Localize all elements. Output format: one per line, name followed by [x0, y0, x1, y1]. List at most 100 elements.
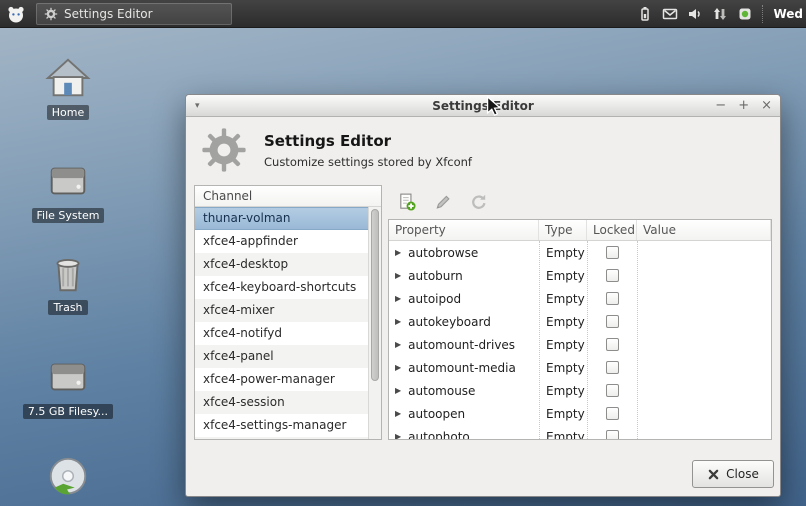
column-gridline — [637, 241, 638, 439]
home-icon — [45, 55, 91, 101]
clock[interactable]: Wed — [772, 7, 803, 21]
channel-item[interactable]: xfce4-notifyd — [195, 322, 368, 345]
trash-icon — [45, 250, 91, 296]
locked-checkbox[interactable] — [605, 338, 619, 351]
desktop-icon-disc[interactable] — [22, 455, 114, 501]
close-x-icon — [707, 468, 720, 481]
network-icon[interactable] — [712, 6, 728, 22]
close-button-label: Close — [726, 467, 759, 481]
property-row[interactable]: ▶ autokeyboard Empty — [389, 310, 771, 333]
close-window-button[interactable]: × — [761, 95, 772, 117]
column-header-property[interactable]: Property — [389, 220, 539, 240]
edit-pencil-icon — [434, 193, 452, 211]
maximize-button[interactable]: + — [738, 95, 749, 117]
volume-icon[interactable] — [687, 6, 703, 22]
channel-scrollbar[interactable] — [368, 207, 381, 439]
property-row[interactable]: ▶ autoburn Empty — [389, 264, 771, 287]
expander-icon[interactable]: ▶ — [395, 432, 401, 439]
desktop-icon-filesystem[interactable]: File System — [22, 158, 114, 223]
reload-icon — [470, 193, 488, 211]
page-subtitle: Customize settings stored by Xfconf — [264, 154, 472, 169]
scrollbar-thumb[interactable] — [371, 209, 379, 381]
new-property-button[interactable] — [394, 189, 420, 215]
channel-item[interactable]: xfce4-session — [195, 391, 368, 414]
property-name: automount-drives — [408, 337, 516, 352]
channel-item[interactable]: xfce4-panel — [195, 345, 368, 368]
volume-drive-icon — [45, 354, 91, 400]
property-name: automouse — [408, 383, 476, 398]
expander-icon[interactable]: ▶ — [395, 294, 401, 303]
page-title: Settings Editor — [264, 131, 392, 150]
locked-checkbox[interactable] — [605, 269, 619, 282]
settings-editor-window: ▾ Settings Editor − + × Settings Editor … — [185, 94, 781, 497]
close-button[interactable]: Close — [692, 460, 774, 488]
expander-icon[interactable]: ▶ — [395, 248, 401, 257]
channel-item[interactable]: xfce4-power-manager — [195, 368, 368, 391]
add-property-icon — [398, 193, 416, 211]
app-header: Settings Editor Customize settings store… — [186, 117, 780, 183]
property-name: autobrowse — [408, 245, 479, 260]
channel-column-header[interactable]: Channel — [195, 186, 381, 207]
expander-icon[interactable]: ▶ — [395, 409, 401, 418]
locked-checkbox[interactable] — [605, 361, 619, 374]
property-name: autoipod — [408, 291, 462, 306]
property-type: Empty — [546, 360, 585, 375]
locked-checkbox[interactable] — [605, 384, 619, 397]
property-type: Empty — [546, 268, 585, 283]
table-header-row: Property Type Locked Value — [389, 220, 771, 241]
panel-separator — [762, 5, 764, 23]
column-gridline — [587, 241, 588, 439]
channel-item[interactable]: thunar-volman — [195, 207, 368, 230]
property-name: autoburn — [408, 268, 463, 283]
property-row[interactable]: ▶ autobrowse Empty — [389, 241, 771, 264]
property-row[interactable]: ▶ automount-drives Empty — [389, 333, 771, 356]
expander-icon[interactable]: ▶ — [395, 386, 401, 395]
property-type: Empty — [546, 291, 585, 306]
edit-property-button[interactable] — [430, 189, 456, 215]
column-gridline — [539, 241, 540, 439]
locked-checkbox[interactable] — [605, 407, 619, 420]
expander-icon[interactable]: ▶ — [395, 317, 401, 326]
column-header-locked[interactable]: Locked — [587, 220, 637, 240]
channel-item[interactable]: xfce4-desktop — [195, 253, 368, 276]
channel-item[interactable]: xfce4-keyboard-shortcuts — [195, 276, 368, 299]
properties-table: Property Type Locked Value ▶ autobrowse E… — [388, 219, 772, 440]
column-header-type[interactable]: Type — [539, 220, 587, 240]
mouse-cursor — [483, 95, 505, 117]
property-row[interactable]: ▶ automouse Empty — [389, 379, 771, 402]
channel-item[interactable]: xfce4-mixer — [195, 299, 368, 322]
applications-menu-button[interactable] — [0, 0, 32, 28]
expander-icon[interactable]: ▶ — [395, 363, 401, 372]
desktop-icon-volume[interactable]: 7.5 GB Filesy... — [22, 354, 114, 419]
channel-pane: Channel thunar-volman xfce4-appfinder xf… — [194, 185, 382, 440]
property-row[interactable]: ▶ autoipod Empty — [389, 287, 771, 310]
top-panel: Settings Editor Wed — [0, 0, 806, 28]
property-type: Empty — [546, 429, 585, 440]
property-name: automount-media — [408, 360, 516, 375]
locked-checkbox[interactable] — [605, 246, 619, 259]
desktop-icon-trash[interactable]: Trash — [22, 250, 114, 315]
mail-icon[interactable] — [662, 6, 678, 22]
property-row[interactable]: ▶ automount-media Empty — [389, 356, 771, 379]
desktop-icon-label: 7.5 GB Filesy... — [22, 404, 114, 419]
channel-item[interactable]: xfce4-appfinder — [195, 230, 368, 253]
column-header-value[interactable]: Value — [637, 220, 771, 240]
status-icon[interactable] — [737, 6, 753, 22]
battery-icon[interactable] — [637, 6, 653, 22]
property-row[interactable]: ▶ autoopen Empty — [389, 402, 771, 425]
expander-icon[interactable]: ▶ — [395, 271, 401, 280]
locked-checkbox[interactable] — [605, 292, 619, 305]
locked-checkbox[interactable] — [605, 430, 619, 439]
properties-toolbar — [388, 185, 772, 219]
desktop-icon-home[interactable]: Home — [22, 55, 114, 120]
property-row[interactable]: ▶ autophoto Empty — [389, 425, 771, 439]
filesystem-icon — [45, 158, 91, 204]
expander-icon[interactable]: ▶ — [395, 340, 401, 349]
reload-button[interactable] — [466, 189, 492, 215]
channel-item[interactable]: xfwm4 — [195, 437, 368, 439]
property-type: Empty — [546, 383, 585, 398]
minimize-button[interactable]: − — [715, 95, 726, 117]
taskbar-window-button[interactable]: Settings Editor — [36, 3, 232, 25]
channel-item[interactable]: xfce4-settings-manager — [195, 414, 368, 437]
locked-checkbox[interactable] — [605, 315, 619, 328]
